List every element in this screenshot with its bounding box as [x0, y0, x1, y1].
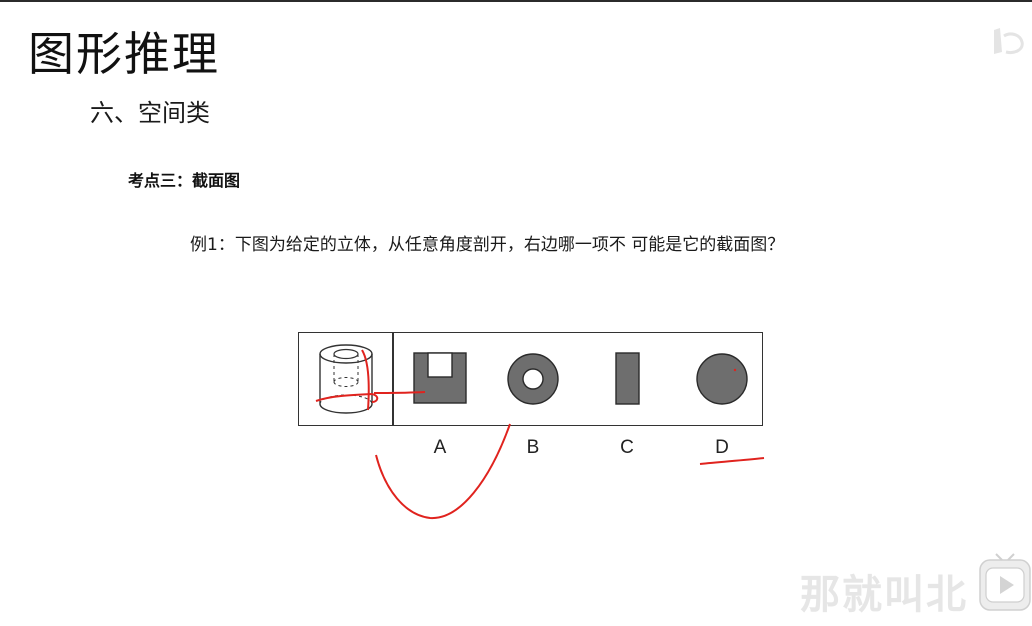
section-heading: 六、空间类: [90, 99, 210, 127]
watermark-bottom-text: 那就叫北: [800, 572, 968, 618]
option-d-label: D: [715, 437, 729, 458]
filled-circle-icon: [696, 353, 748, 405]
figure-divider: [392, 332, 394, 426]
hollow-cylinder-icon: [319, 344, 373, 414]
option-b-label: B: [526, 437, 540, 458]
top-border-line: [0, 0, 1032, 2]
watermark-logo-icon: [994, 28, 1024, 54]
handwritten-annotations: [315, 349, 765, 520]
option-a-label: A: [433, 437, 447, 458]
rectangle-icon: [615, 352, 640, 405]
ring-icon: [507, 353, 559, 405]
question-text: 例1：下图为给定的立体，从任意角度剖开，右边哪一项不 可能是它的截面图？: [190, 235, 785, 255]
square-with-notch-icon: [413, 352, 467, 404]
slide-title: 图形推理: [28, 27, 220, 81]
play-button-icon[interactable]: [978, 550, 1032, 616]
topic-heading: 考点三：截面图: [128, 171, 241, 190]
option-c-label: C: [620, 437, 634, 458]
annotation-stroke-underline-d: [699, 457, 765, 465]
